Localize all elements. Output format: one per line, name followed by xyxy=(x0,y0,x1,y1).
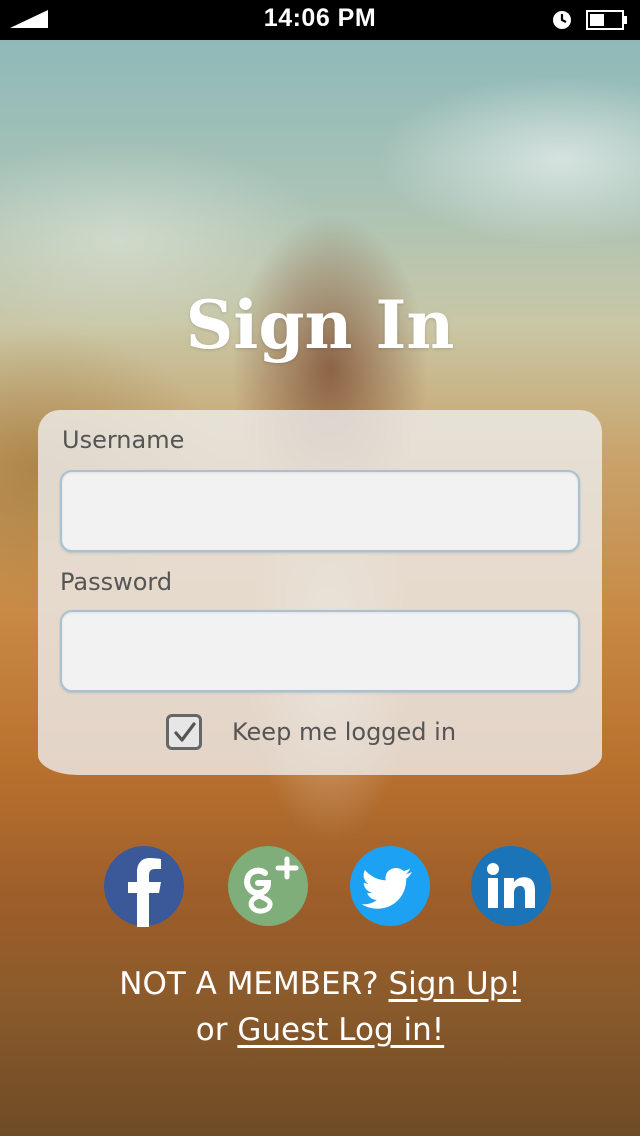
guest-login-link[interactable]: Guest Log in! xyxy=(237,1012,444,1048)
google-plus-button[interactable] xyxy=(227,845,309,927)
checkmark-icon xyxy=(174,722,196,742)
keep-logged-in-checkbox[interactable] xyxy=(166,714,202,750)
twitter-button[interactable] xyxy=(349,845,431,927)
login-form: Username Password Keep me logged in xyxy=(38,410,602,775)
not-member-text: NOT A MEMBER? xyxy=(119,966,379,1002)
or-text: or xyxy=(195,1012,228,1048)
username-label: Username xyxy=(62,426,185,454)
signup-prompt: NOT A MEMBER? Sign Up! xyxy=(0,966,640,1002)
google-plus-icon xyxy=(228,846,308,926)
keep-logged-in-row[interactable]: Keep me logged in xyxy=(166,714,456,750)
facebook-icon xyxy=(104,846,184,927)
guest-prompt: or Guest Log in! xyxy=(0,1012,640,1048)
twitter-icon xyxy=(350,846,430,926)
password-input[interactable] xyxy=(60,610,580,692)
password-label: Password xyxy=(60,568,173,596)
linkedin-icon xyxy=(471,846,551,926)
clock-icon xyxy=(553,11,571,29)
keep-logged-in-label: Keep me logged in xyxy=(232,718,457,746)
status-bar: 14:06 PM xyxy=(0,0,640,40)
username-input[interactable] xyxy=(60,470,580,552)
page-title: Sign In xyxy=(185,286,455,364)
social-login-row xyxy=(0,845,640,927)
signup-link[interactable]: Sign Up! xyxy=(388,966,520,1002)
facebook-button[interactable] xyxy=(103,845,185,927)
status-time: 14:06 PM xyxy=(263,4,377,32)
linkedin-button[interactable] xyxy=(470,845,552,927)
battery-icon xyxy=(586,10,627,30)
